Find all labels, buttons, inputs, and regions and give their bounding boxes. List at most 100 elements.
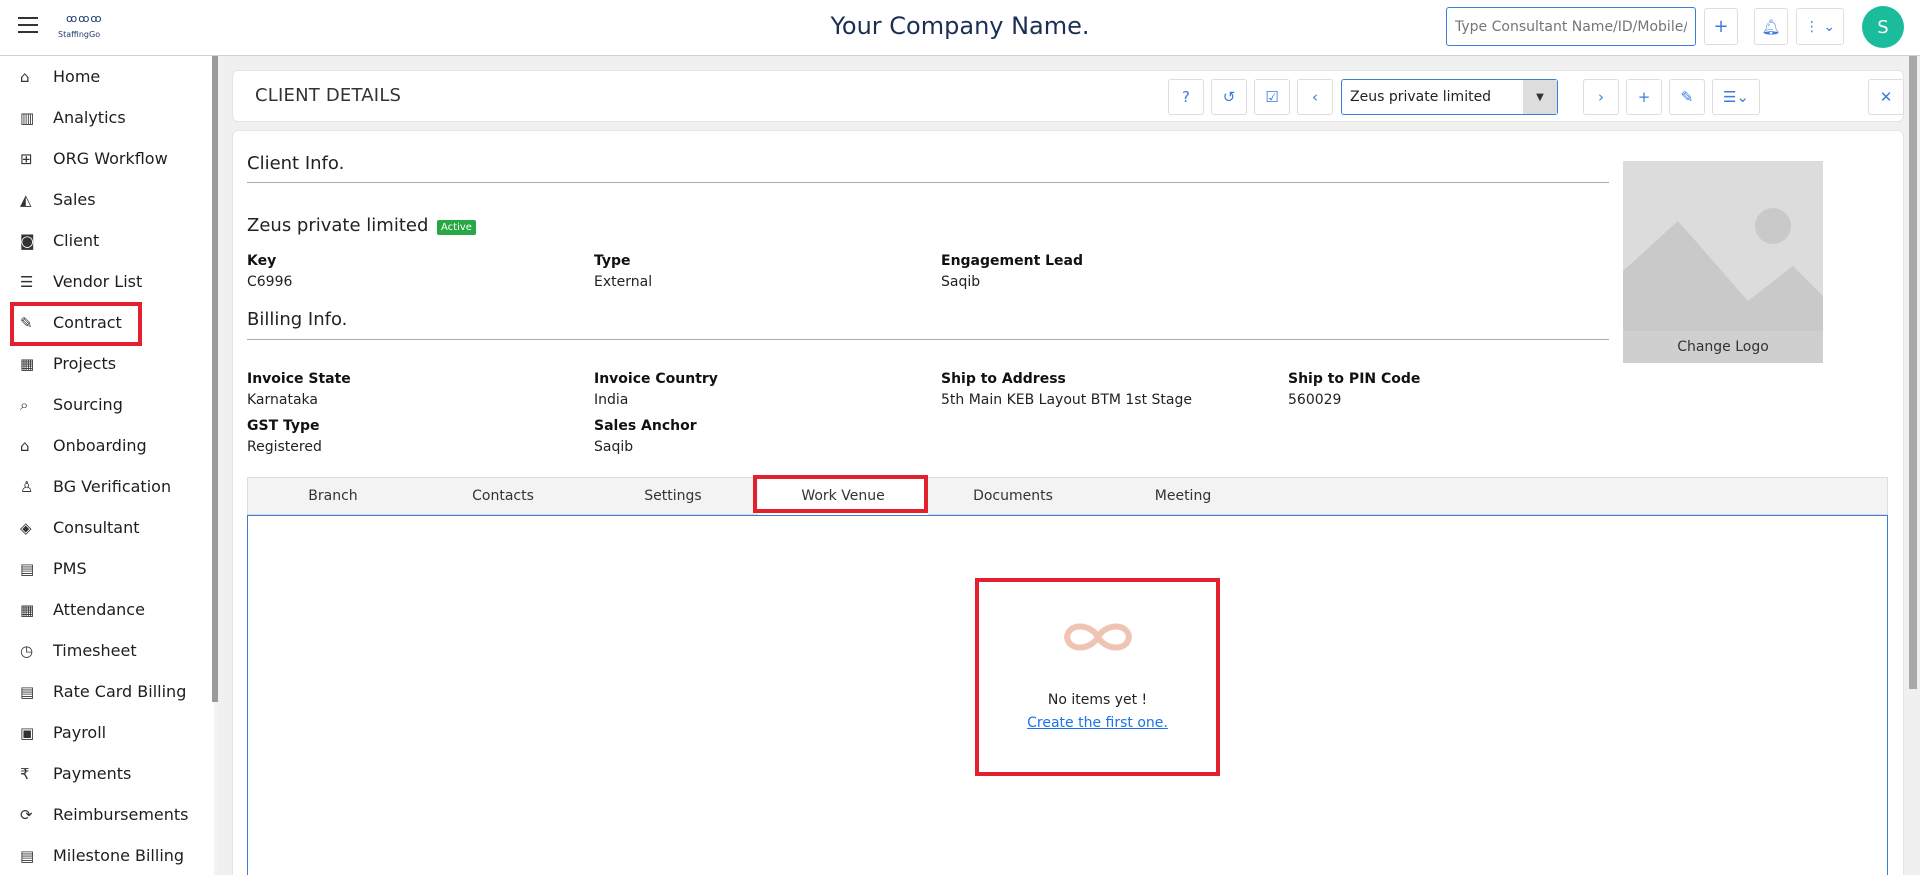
- projects-icon: ▦: [20, 354, 35, 373]
- sidebar-item-payroll[interactable]: ▣ Payroll: [10, 712, 210, 753]
- work-venue-panel: No items yet ! Create the first one.: [247, 515, 1888, 875]
- engagement-lead-value: Saqib: [941, 274, 981, 290]
- reimbursement-icon: ⟳: [20, 805, 33, 824]
- consultant-icon: ◈: [20, 518, 32, 537]
- ship-to-pin-value: 560029: [1288, 392, 1342, 408]
- create-first-link[interactable]: Create the first one.: [979, 715, 1216, 731]
- timesheet-icon: ◷: [20, 641, 34, 660]
- sidebar-item-sourcing[interactable]: ⌕ Sourcing: [10, 384, 210, 425]
- sidebar-item-timesheet[interactable]: ◷ Timesheet: [10, 630, 210, 671]
- checklist-icon[interactable]: ☑: [1254, 79, 1290, 115]
- infinity-icon: [1063, 623, 1133, 651]
- sourcing-icon: ⌕: [20, 395, 29, 414]
- change-logo-button[interactable]: Change Logo: [1623, 331, 1823, 363]
- avatar[interactable]: S: [1862, 6, 1904, 48]
- invoice-country-label: Invoice Country: [594, 371, 718, 387]
- help-icon[interactable]: ?: [1168, 79, 1204, 115]
- invoice-state-value: Karnataka: [247, 392, 318, 408]
- dropdown-caret-icon[interactable]: ▼: [1523, 80, 1557, 114]
- client-details-card: Client Info. Zeus private limited Active…: [232, 130, 1904, 875]
- work-venue-highlight-box: [753, 475, 928, 513]
- sidebar-item-vendor-list[interactable]: ☰ Vendor List: [10, 261, 210, 302]
- empty-state: No items yet ! Create the first one.: [975, 578, 1220, 776]
- edit-pencil-icon[interactable]: ✎: [1669, 79, 1705, 115]
- close-icon[interactable]: ✕: [1868, 79, 1904, 115]
- sidebar-item-org-workflow[interactable]: ⊞ ORG Workflow: [10, 138, 210, 179]
- sidebar-item-bg-verification[interactable]: ♙ BG Verification: [10, 466, 210, 507]
- home-icon: ⌂: [20, 67, 30, 86]
- consultant-search-input[interactable]: [1446, 7, 1696, 46]
- sidebar-item-attendance[interactable]: ▦ Attendance: [10, 589, 210, 630]
- client-info-heading: Client Info.: [247, 153, 345, 174]
- tab-settings[interactable]: Settings: [588, 478, 758, 516]
- client-select[interactable]: Zeus private limited ▼: [1341, 79, 1558, 115]
- sidebar-item-payments[interactable]: ₹ Payments: [10, 753, 210, 794]
- key-value: C6996: [247, 274, 293, 290]
- key-label: Key: [247, 253, 277, 269]
- next-icon[interactable]: ›: [1583, 79, 1619, 115]
- pms-icon: ▤: [20, 559, 35, 578]
- sidebar-item-milestone-billing[interactable]: ▤ Milestone Billing: [10, 835, 210, 875]
- type-label: Type: [594, 253, 631, 269]
- ship-to-address-label: Ship to Address: [941, 371, 1066, 387]
- client-name: Zeus private limited: [247, 215, 429, 236]
- bg-verification-icon: ♙: [20, 477, 34, 496]
- rate-card-icon: ▤: [20, 682, 35, 701]
- tab-bar: Branch Contacts Settings Work Venue Docu…: [247, 477, 1888, 516]
- ship-to-pin-label: Ship to PIN Code: [1288, 371, 1421, 387]
- list-menu-icon[interactable]: ☰⌄: [1712, 79, 1760, 115]
- sales-anchor-label: Sales Anchor: [594, 418, 697, 434]
- gst-type-value: Registered: [247, 439, 322, 455]
- sidebar-item-onboarding[interactable]: ⌂ Onboarding: [10, 425, 210, 466]
- sidebar-item-projects[interactable]: ▦ Projects: [10, 343, 210, 384]
- milestone-icon: ▤: [20, 846, 35, 865]
- client-logo-placeholder[interactable]: Change Logo: [1623, 161, 1823, 363]
- empty-message: No items yet !: [1047, 692, 1148, 708]
- billing-info-heading: Billing Info.: [247, 309, 348, 330]
- more-options-icon[interactable]: ⋮ ⌄: [1796, 8, 1844, 45]
- sidebar-item-analytics[interactable]: ▥ Analytics: [10, 97, 210, 138]
- sidebar-item-reimbursements[interactable]: ⟳ Reimbursements: [10, 794, 210, 835]
- tab-documents[interactable]: Documents: [928, 478, 1098, 516]
- vendor-list-icon: ☰: [20, 272, 34, 291]
- main-scrollbar[interactable]: [1909, 56, 1917, 689]
- sidebar-item-consultant[interactable]: ◈ Consultant: [10, 507, 210, 548]
- divider: [247, 182, 1609, 183]
- client-details-header: CLIENT DETAILS ? ↺ ☑ ‹ Zeus private limi…: [232, 70, 1904, 122]
- sales-icon: ◭: [20, 190, 32, 209]
- sidebar-item-sales[interactable]: ◭ Sales: [10, 179, 210, 220]
- onboarding-icon: ⌂: [20, 436, 30, 455]
- add-icon[interactable]: +: [1704, 8, 1738, 45]
- engagement-lead-label: Engagement Lead: [941, 253, 1084, 269]
- divider: [247, 339, 1609, 340]
- previous-icon[interactable]: ‹: [1297, 79, 1333, 115]
- bell-icon[interactable]: 🔔︎: [1754, 8, 1788, 45]
- rupee-icon: ₹: [20, 764, 30, 783]
- sidebar-item-client[interactable]: ◙ Client: [10, 220, 210, 261]
- ship-to-address-value: 5th Main KEB Layout BTM 1st Stage: [941, 392, 1192, 408]
- contract-highlight-box: [10, 302, 142, 346]
- top-bar: ꝏꝏꝏ StaffingGo Your Company Name. + 🔔︎ ⋮…: [0, 0, 1920, 56]
- gst-type-label: GST Type: [247, 418, 320, 434]
- main-content: CLIENT DETAILS ? ↺ ☑ ‹ Zeus private limi…: [218, 56, 1920, 875]
- tab-contacts[interactable]: Contacts: [418, 478, 588, 516]
- invoice-state-label: Invoice State: [247, 371, 351, 387]
- history-icon[interactable]: ↺: [1211, 79, 1247, 115]
- sidebar-item-home[interactable]: ⌂ Home: [10, 56, 210, 97]
- tab-branch[interactable]: Branch: [248, 478, 418, 516]
- workflow-icon: ⊞: [20, 149, 33, 168]
- analytics-icon: ▥: [20, 108, 35, 127]
- type-value: External: [594, 274, 653, 290]
- sidebar: ⌂ Home ▥ Analytics ⊞ ORG Workflow ◭ Sales ◙ C…: [0, 56, 214, 875]
- add-client-icon[interactable]: +: [1626, 79, 1662, 115]
- attendance-icon: ▦: [20, 600, 35, 619]
- status-badge: Active: [437, 220, 476, 235]
- image-placeholder-icon: [1623, 208, 1823, 331]
- sidebar-item-rate-card-billing[interactable]: ▤ Rate Card Billing: [10, 671, 210, 712]
- invoice-country-value: India: [594, 392, 629, 408]
- sales-anchor-value: Saqib: [594, 439, 634, 455]
- tab-meeting[interactable]: Meeting: [1098, 478, 1268, 516]
- page-title: CLIENT DETAILS: [255, 85, 402, 106]
- payroll-icon: ▣: [20, 723, 35, 742]
- sidebar-item-pms[interactable]: ▤ PMS: [10, 548, 210, 589]
